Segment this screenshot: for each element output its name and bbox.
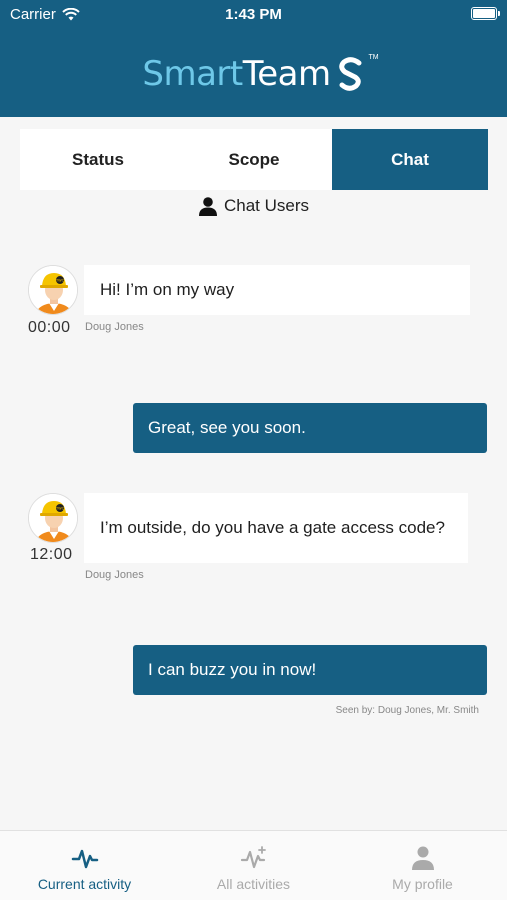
tab-my-profile[interactable]: My profile — [338, 831, 507, 900]
person-icon — [198, 197, 217, 216]
clock: 1:43 PM — [225, 6, 282, 23]
trademark: TM — [368, 54, 379, 61]
message-time: 00:00 — [28, 319, 71, 336]
svg-text:TWC: TWC — [55, 507, 65, 511]
bottom-tab-bar: Current activity All activities My profi… — [0, 830, 507, 900]
sender-name: Doug Jones — [85, 321, 144, 333]
incoming-message-bubble: Hi! I’m on my way — [84, 265, 470, 315]
incoming-message-bubble: I’m outside, do you have a gate access c… — [84, 493, 468, 563]
status-bar: Carrier 1:43 PM — [0, 0, 507, 30]
chat-users-label: Chat Users — [223, 196, 310, 215]
tab-current-activity[interactable]: Current activity — [0, 831, 169, 900]
activity-sparkle-icon — [240, 846, 266, 869]
activity-icon — [71, 849, 98, 869]
tab-chat[interactable]: Chat — [332, 129, 488, 190]
segmented-control: Status Scope Chat — [20, 129, 488, 190]
app-header: Carrier 1:43 PM SmartTeam TM — [0, 0, 507, 117]
tab-all-activities[interactable]: All activities — [169, 831, 338, 900]
tab-label: All activities — [216, 876, 291, 892]
seen-receipt: Seen by: Doug Jones, Mr. Smith — [335, 705, 479, 716]
tab-label: My profile — [392, 876, 453, 892]
tab-status[interactable]: Status — [20, 129, 176, 190]
chat-users-button[interactable]: Chat Users — [0, 194, 507, 218]
outgoing-message-bubble: Great, see you soon. — [133, 403, 487, 453]
worker-avatar: TWC — [28, 265, 78, 315]
battery-icon — [471, 7, 500, 20]
logo-smart: Smart — [142, 54, 243, 94]
tab-scope[interactable]: Scope — [176, 129, 332, 190]
logo-s-icon: TM — [337, 54, 379, 92]
worker-avatar: TWC — [28, 493, 78, 543]
smartteam-logo: SmartTeam TM — [0, 52, 507, 96]
person-icon — [411, 846, 434, 870]
logo-team: Team — [242, 54, 331, 94]
outgoing-message-bubble: I can buzz you in now! — [133, 645, 487, 695]
svg-text:TWC: TWC — [55, 279, 65, 283]
tab-label: Current activity — [37, 876, 132, 892]
message-time: 12:00 — [30, 546, 73, 563]
sender-name: Doug Jones — [85, 569, 144, 581]
screen: Carrier 1:43 PM SmartTeam TM Status Scop… — [0, 0, 507, 900]
logo-text: SmartTeam — [142, 54, 331, 94]
